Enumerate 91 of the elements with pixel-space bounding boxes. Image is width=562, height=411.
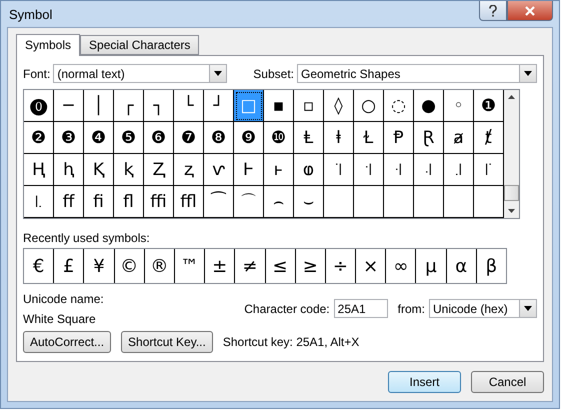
caret-icon <box>524 71 532 76</box>
dropdown-button[interactable] <box>519 65 536 82</box>
subset-label: Subset: <box>253 66 294 80</box>
dropdown-button[interactable] <box>519 300 536 317</box>
dialog-button[interactable]: Shortcut Key... <box>121 331 213 353</box>
from-dropdown[interactable]: Unicode (hex) <box>429 299 537 318</box>
symbol-cell[interactable]: │ <box>84 90 114 122</box>
symbol-cell[interactable]: ◦ <box>444 90 474 122</box>
symbol-cell[interactable]: ❼ <box>174 122 204 154</box>
shortcut-key-text: Shortcut key: 25A1, Alt+X <box>222 335 360 349</box>
symbol-cell[interactable]: ❶ <box>474 90 504 122</box>
symbol-cell[interactable]: ꜋ <box>414 154 444 186</box>
symbol-cell[interactable]: ﬀ <box>54 186 84 218</box>
symbol-cell[interactable]: ⌒ <box>234 186 264 218</box>
symbol-cell[interactable]: ⱶ <box>264 154 294 186</box>
symbol-cell[interactable]: ⱨ <box>54 154 84 186</box>
symbol-cell[interactable]: ꜈ <box>324 154 354 186</box>
close-icon <box>524 6 536 16</box>
symbol-cell[interactable]: └ <box>174 90 204 122</box>
symbol-cell[interactable]: ⱪ <box>114 154 144 186</box>
symbol-cell[interactable]: ◊ <box>324 90 354 122</box>
symbol-cell[interactable]: ꜊ <box>384 154 414 186</box>
unicode-name-value: White Square <box>23 312 97 326</box>
symbol-cell[interactable]: ┌ <box>114 90 144 122</box>
symbol-cell[interactable]: ─ <box>54 90 84 122</box>
font-dropdown[interactable]: (normal text) <box>53 64 228 83</box>
recent-symbol[interactable]: β <box>476 249 506 283</box>
symbol-cell[interactable]: ⁀ <box>204 186 234 218</box>
symbol-cell[interactable]: ◌ <box>384 90 414 122</box>
symbol-cell[interactable]: ⱬ <box>174 154 204 186</box>
symbol-cell[interactable]: ❽ <box>204 122 234 154</box>
close-button[interactable] <box>507 1 553 21</box>
symbol-cell[interactable]: ❻ <box>144 122 174 154</box>
symbol-cell[interactable]: ⱷ <box>294 154 324 186</box>
symbol-cell[interactable]: Ɽ <box>414 122 444 154</box>
symbol-cell[interactable]: ⌢ <box>264 186 294 218</box>
dialog-button[interactable]: AutoCorrect... <box>23 331 112 353</box>
dialog-button[interactable]: Cancel <box>471 371 544 393</box>
recent-symbols-label: Recently used symbols: <box>23 231 151 245</box>
help-button[interactable] <box>479 1 507 21</box>
symbol-cell[interactable]: ❷ <box>24 122 54 154</box>
symbol-cell[interactable]: ❺ <box>114 122 144 154</box>
scroll-down-icon <box>508 209 515 213</box>
symbol-cell[interactable]: ❾ <box>234 122 264 154</box>
symbol-cell[interactable]: ❿ <box>264 122 294 154</box>
help-icon <box>489 4 497 16</box>
symbol-cell[interactable]: Ⱬ <box>144 154 174 186</box>
symbol-cell[interactable]: ﬁ <box>84 186 114 218</box>
dialog-button[interactable]: Insert <box>388 371 461 393</box>
symbol-cell[interactable]: Ⱡ <box>294 122 324 154</box>
symbol-cell[interactable]: ❹ <box>84 122 114 154</box>
font-label: Font: <box>23 66 50 80</box>
symbol-cell[interactable]: ﬃ <box>144 186 174 218</box>
symbol-cell[interactable]: ﬄ <box>174 186 204 218</box>
symbol-cell[interactable]: Ⱪ <box>84 154 114 186</box>
symbol-cell[interactable]: ꜑ <box>24 186 54 218</box>
window-title: Symbol <box>8 6 52 22</box>
symbol-cell[interactable]: ┘ <box>204 90 234 122</box>
symbol-cell[interactable]: ⱥ <box>444 122 474 154</box>
symbol-cell[interactable]: ❸ <box>54 122 84 154</box>
tab[interactable]: Special Characters <box>80 35 200 55</box>
symbol-cell[interactable]: ● <box>414 90 444 122</box>
scroll-up-icon <box>508 95 515 99</box>
symbol-cell[interactable]: Ɫ <box>354 122 384 154</box>
character-code-label: Character code: <box>244 302 330 316</box>
symbol-cell[interactable]: ⱡ <box>324 122 354 154</box>
subset-dropdown[interactable]: Geometric Shapes <box>297 64 537 83</box>
symbol-cell[interactable]: ▫ <box>294 90 324 122</box>
symbol-cell[interactable]: ○ <box>354 90 384 122</box>
symbol-cell[interactable]: Ⱨ <box>24 154 54 186</box>
character-code-field[interactable]: 25A1 <box>334 299 388 318</box>
caret-icon <box>214 71 222 76</box>
dropdown-button[interactable] <box>209 65 226 82</box>
symbol-cell[interactable]: ⱦ <box>474 122 504 154</box>
symbol-cell[interactable]: ⓿ <box>24 90 54 122</box>
symbol-cell[interactable]: ⱱ <box>204 154 234 186</box>
symbol-cell[interactable]: ▪ <box>264 90 294 122</box>
unicode-name-label: Unicode name: <box>23 292 104 306</box>
symbol-cell[interactable]: ꜉ <box>354 154 384 186</box>
symbol-cell[interactable]: ﬂ <box>114 186 144 218</box>
scrollbar[interactable] <box>504 90 519 218</box>
symbol-cell[interactable]: ┐ <box>144 90 174 122</box>
tab[interactable]: Symbols <box>16 34 80 56</box>
symbol-cell[interactable]: Ⱶ <box>234 154 264 186</box>
symbol-cell[interactable]: Ᵽ <box>384 122 414 154</box>
symbol-cell[interactable]: ⌣ <box>294 186 324 218</box>
caret-icon <box>524 306 532 311</box>
scroll-thumb[interactable] <box>504 185 519 201</box>
from-label: from: <box>398 302 425 316</box>
symbol-cell[interactable]: ꜍ <box>474 154 504 186</box>
symbol-cell[interactable]: ꜌ <box>444 154 474 186</box>
